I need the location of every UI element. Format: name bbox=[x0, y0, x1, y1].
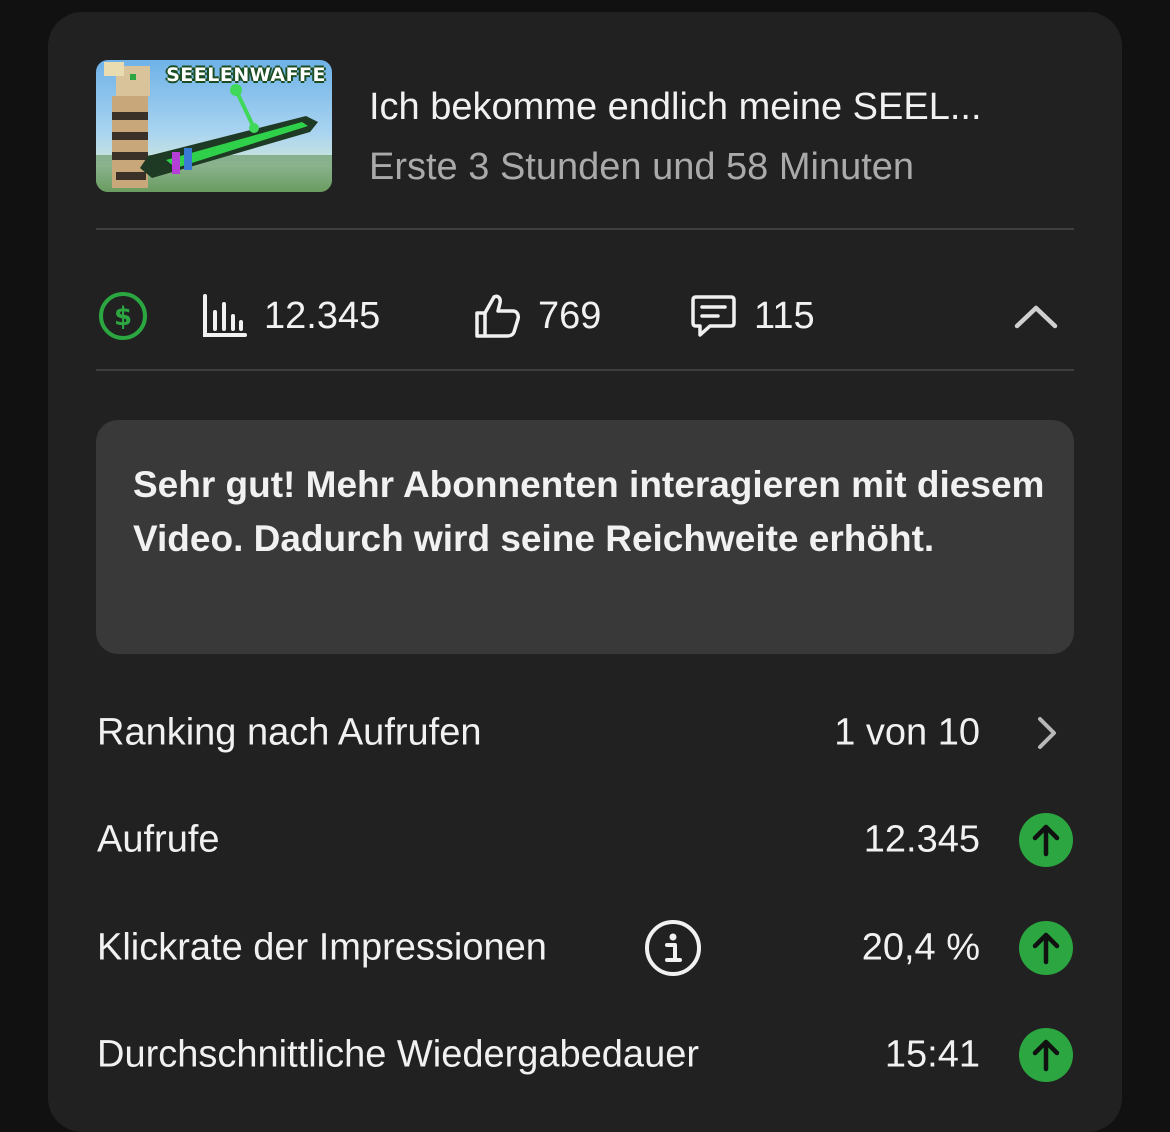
metric-label: Klickrate der Impressionen bbox=[97, 926, 547, 969]
video-analytics-card: SEELENWAFFE Ich bekomme endlich meine SE… bbox=[48, 12, 1122, 1132]
collapse-button[interactable] bbox=[1012, 274, 1060, 358]
metric-row-views[interactable]: Aufrufe 12.345 bbox=[48, 805, 1122, 875]
svg-text:$: $ bbox=[114, 302, 132, 332]
metric-value: 15:41 bbox=[884, 1033, 980, 1076]
likes-count: 769 bbox=[538, 294, 602, 337]
divider bbox=[96, 228, 1074, 230]
video-stats-row: $ 12.345 769 115 bbox=[48, 274, 1122, 358]
views-stat[interactable]: 12.345 bbox=[200, 274, 380, 358]
metric-value: 12.345 bbox=[863, 818, 980, 861]
metric-row-ranking[interactable]: Ranking nach Aufrufen 1 von 10 bbox=[48, 698, 1122, 768]
comments-count: 115 bbox=[754, 294, 815, 337]
video-title[interactable]: Ich bekomme endlich meine SEEL... bbox=[369, 86, 982, 129]
video-subtitle: Erste 3 Stunden und 58 Minuten bbox=[369, 146, 915, 188]
likes-stat[interactable]: 769 bbox=[472, 274, 601, 358]
comment-icon bbox=[691, 295, 736, 337]
metric-row-ctr[interactable]: Klickrate der Impressionen 20,4 % bbox=[48, 913, 1122, 983]
views-count: 12.345 bbox=[264, 294, 381, 337]
comments-stat[interactable]: 115 bbox=[688, 274, 815, 358]
video-thumbnail[interactable]: SEELENWAFFE bbox=[96, 60, 332, 192]
arrow-up-icon bbox=[1018, 1027, 1074, 1083]
thumbnail-title-text: SEELENWAFFE bbox=[166, 64, 326, 86]
metric-label: Aufrufe bbox=[97, 818, 220, 861]
divider bbox=[96, 369, 1074, 371]
arrow-up-icon bbox=[1018, 812, 1074, 868]
metric-value: 1 von 10 bbox=[834, 711, 980, 754]
insight-message: Sehr gut! Mehr Abonnenten interagieren m… bbox=[133, 464, 1045, 559]
chevron-right-icon bbox=[1018, 705, 1074, 761]
chevron-up-icon bbox=[1014, 305, 1058, 329]
metric-value: 20,4 % bbox=[861, 926, 980, 969]
metric-row-avg-watch-time[interactable]: Durchschnittliche Wiedergabedauer 15:41 bbox=[48, 1020, 1122, 1090]
arrow-up-icon bbox=[1018, 920, 1074, 976]
info-icon[interactable] bbox=[644, 919, 702, 977]
thumbs-up-icon bbox=[475, 294, 520, 338]
insight-message-box: Sehr gut! Mehr Abonnenten interagieren m… bbox=[96, 420, 1074, 654]
metric-label: Durchschnittliche Wiedergabedauer bbox=[97, 1033, 699, 1076]
bar-chart-icon bbox=[203, 294, 247, 337]
dollar-circle-icon: $ bbox=[99, 292, 147, 340]
metric-label: Ranking nach Aufrufen bbox=[97, 711, 482, 754]
monetization-status[interactable]: $ bbox=[96, 274, 150, 358]
